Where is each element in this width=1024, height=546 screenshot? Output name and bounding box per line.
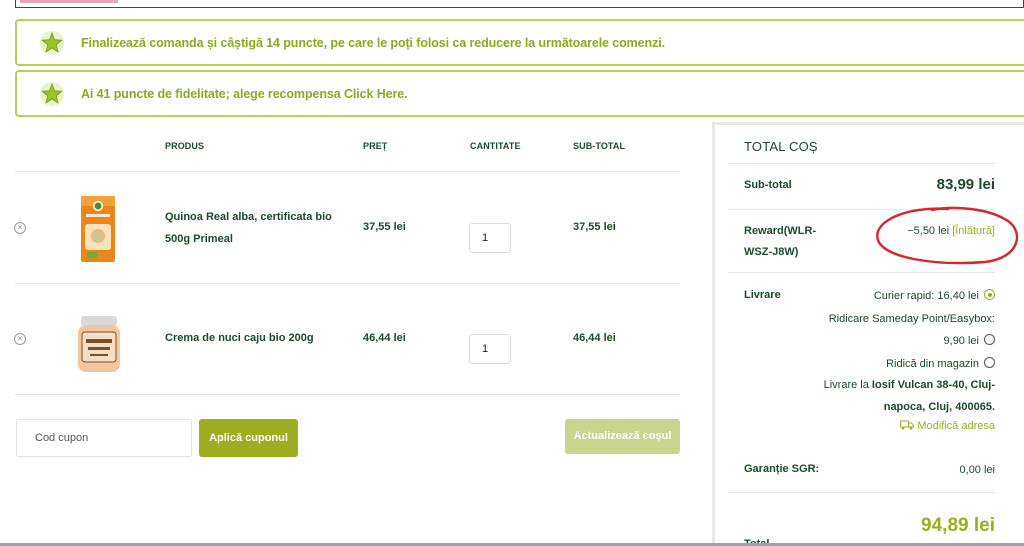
- top-form-border: [15, 0, 1024, 8]
- product-image-quinoa[interactable]: [78, 194, 118, 264]
- header-subtotal: SUB-TOTAL: [573, 141, 626, 151]
- remove-reward-link[interactable]: [Înlătură]: [952, 225, 995, 237]
- divider: [15, 171, 680, 172]
- shipping-option-courier[interactable]: Curier rapid: 16,40 lei: [874, 285, 995, 307]
- radio-selected-icon[interactable]: [984, 289, 995, 300]
- divider: [728, 209, 995, 210]
- product-subtotal: 46,44 lei: [573, 332, 616, 344]
- star-icon: [40, 30, 64, 55]
- remove-item-button[interactable]: ×: [14, 222, 26, 234]
- update-cart-button[interactable]: Actualizează coșul: [565, 419, 680, 454]
- total-value: 94,89 lei: [921, 515, 995, 536]
- divider: [15, 394, 680, 395]
- delivery-address-part2: napoca, Cluj, 400065: [883, 401, 992, 413]
- product-image-cashew[interactable]: [76, 314, 122, 374]
- truck-icon: [900, 420, 915, 430]
- subtotal-value: 83,99 lei: [936, 176, 995, 193]
- quantity-input[interactable]: 1: [469, 334, 511, 364]
- product-price: 37,55 lei: [363, 221, 406, 233]
- header-quantity: CANTITATE: [470, 141, 521, 151]
- reward-value: −5,50 lei: [907, 225, 950, 237]
- apply-coupon-button[interactable]: Aplică cuponul: [199, 419, 298, 457]
- product-name-link[interactable]: Quinoa Real alba, certificata bio 500g P…: [165, 206, 355, 250]
- cart-totals-title: TOTAL COȘ: [744, 139, 818, 154]
- header-product: PRODUS: [165, 141, 205, 151]
- radio-icon[interactable]: [984, 334, 995, 345]
- header-price: PREȚ: [363, 141, 388, 151]
- delivery-address-part1: Iosif Vulcan 38-40, Cluj-: [871, 379, 995, 391]
- shipping-label: Livrare: [744, 289, 781, 301]
- delivery-address-line1: Livrare la Iosif Vulcan 38-40, Cluj-: [824, 374, 995, 396]
- shipping-option-label[interactable]: Ridică din magazin: [886, 358, 979, 370]
- divider: [15, 283, 680, 284]
- product-name-link[interactable]: Crema de nuci caju bio 200g: [165, 327, 355, 349]
- divider: [728, 163, 995, 164]
- shipping-option-label[interactable]: Curier rapid: 16,40 lei: [874, 290, 979, 302]
- coupon-input[interactable]: Cod cupon: [16, 419, 192, 457]
- subtotal-label: Sub-total: [744, 179, 792, 191]
- loyalty-notice[interactable]: Ai 41 puncte de fidelitate; alege recomp…: [15, 70, 1024, 117]
- shipping-option-price[interactable]: 9,90 lei: [944, 335, 979, 347]
- notice-text[interactable]: Ai 41 puncte de fidelitate; alege recomp…: [81, 87, 408, 101]
- points-notice: Finalizează comanda și câștigă 14 puncte…: [15, 19, 1024, 66]
- sgr-label: Garanție SGR:: [744, 463, 820, 475]
- product-subtotal: 37,55 lei: [573, 221, 616, 233]
- divider: [728, 492, 995, 493]
- shipping-option-store[interactable]: Ridică din magazin: [886, 353, 995, 375]
- divider: [728, 272, 995, 273]
- shipping-option-easybox-label[interactable]: Ridicare Sameday Point/Easybox:: [829, 308, 995, 330]
- reward-label: Reward(WLR-WSZ-J8W): [744, 225, 817, 258]
- remove-item-button[interactable]: ×: [14, 333, 26, 345]
- star-icon: [40, 81, 64, 106]
- change-address-link[interactable]: Modifică adresa: [900, 415, 995, 437]
- sgr-value: 0,00 lei: [959, 464, 995, 476]
- product-price: 46,44 lei: [363, 332, 406, 344]
- quantity-input[interactable]: 1: [469, 223, 511, 253]
- shipping-option-easybox[interactable]: 9,90 lei: [944, 330, 995, 352]
- change-address-label[interactable]: Modifică adresa: [917, 420, 995, 432]
- radio-icon[interactable]: [984, 357, 995, 368]
- reward-row: −5,50 lei [Înlătură]: [907, 220, 995, 242]
- top-accent: [20, 0, 118, 3]
- delivery-prefix: Livrare la: [823, 379, 869, 391]
- notice-text: Finalizează comanda și câștigă 14 puncte…: [81, 35, 665, 50]
